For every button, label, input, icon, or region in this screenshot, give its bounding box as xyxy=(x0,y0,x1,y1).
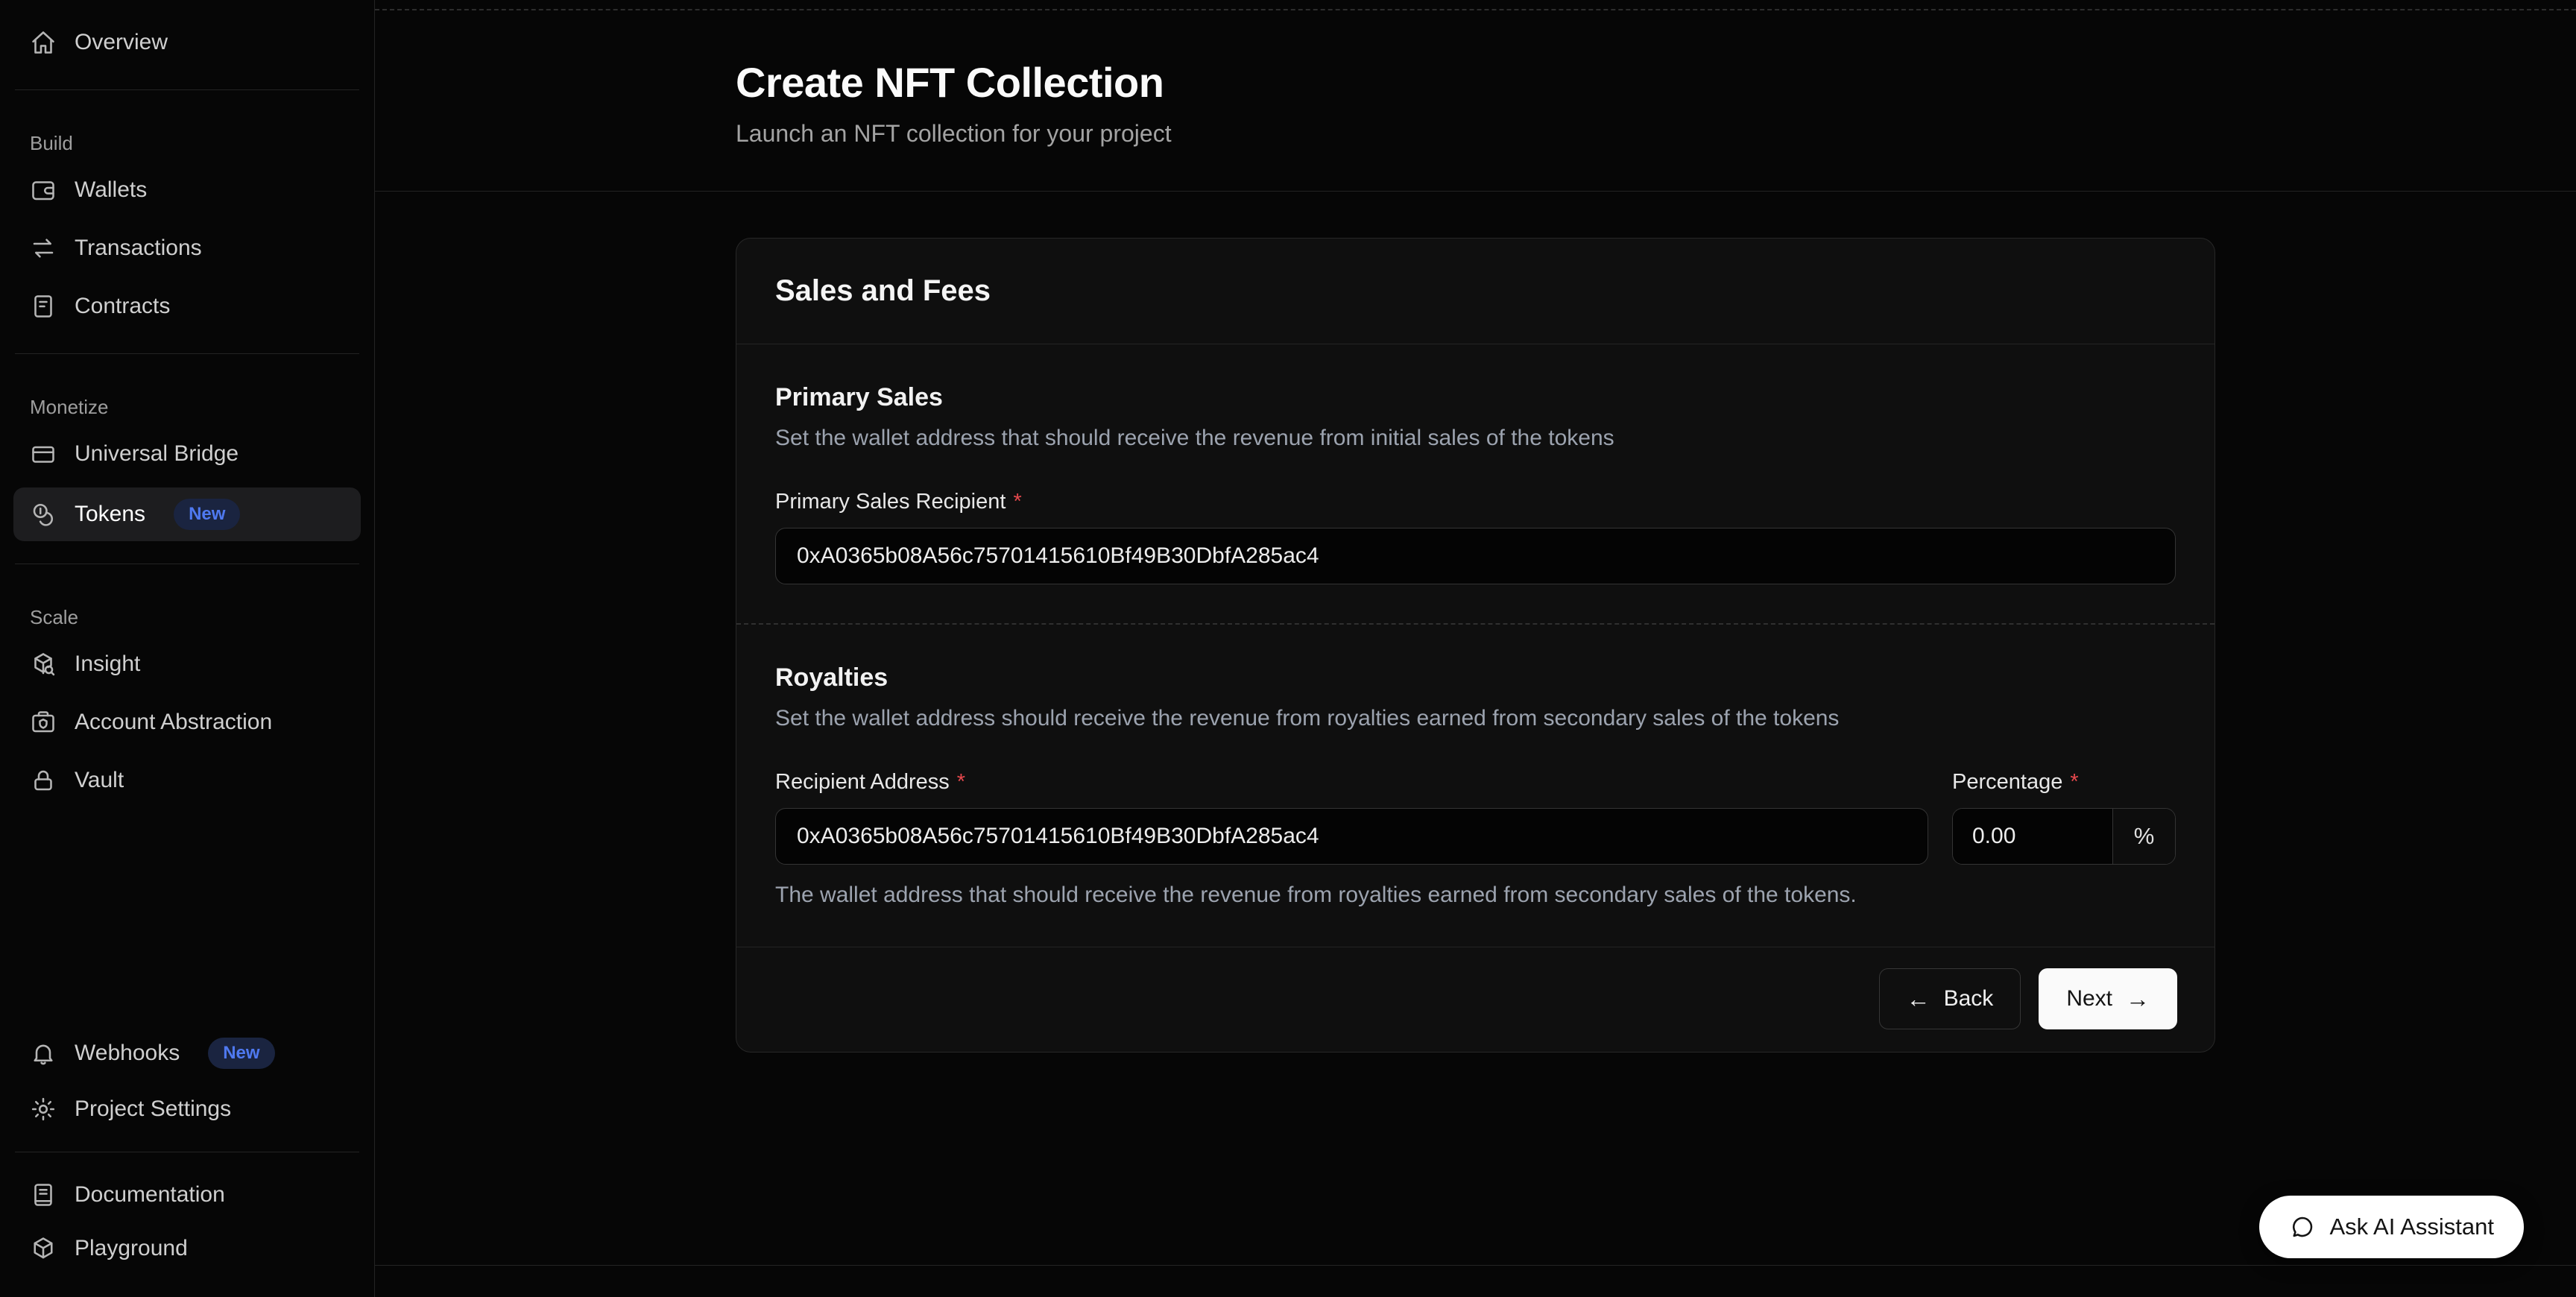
account-abstraction-icon xyxy=(30,709,57,736)
royalties-heading: Royalties xyxy=(775,663,2176,692)
sidebar-item-label: Wallets xyxy=(75,177,147,203)
sidebar-item-label: Webhooks xyxy=(75,1041,180,1066)
sidebar-divider xyxy=(15,353,359,354)
sidebar-item-label: Documentation xyxy=(75,1182,225,1208)
sidebar-item-label: Universal Bridge xyxy=(75,441,239,467)
sidebar-item-universal-bridge[interactable]: Universal Bridge xyxy=(13,429,361,479)
bottom-divider xyxy=(375,1265,2576,1266)
required-asterisk: * xyxy=(2070,770,2078,794)
sidebar-item-label: Insight xyxy=(75,651,140,677)
new-badge: New xyxy=(208,1038,274,1069)
sidebar-item-label: Transactions xyxy=(75,236,202,261)
book-icon xyxy=(30,1181,57,1208)
sidebar-item-label: Vault xyxy=(75,768,124,793)
card-footer: ← Back Next → xyxy=(736,947,2214,1052)
sidebar-item-label: Overview xyxy=(75,30,168,55)
sidebar-item-transactions[interactable]: Transactions xyxy=(13,224,361,273)
recipient-address-label: Recipient Address * xyxy=(775,770,1928,795)
sidebar-item-contracts[interactable]: Contracts xyxy=(13,282,361,331)
sidebar-item-overview[interactable]: Overview xyxy=(13,18,361,67)
required-asterisk: * xyxy=(957,770,965,794)
primary-sales-heading: Primary Sales xyxy=(775,383,2176,412)
contract-icon xyxy=(30,293,57,320)
sidebar-item-wallets[interactable]: Wallets xyxy=(13,165,361,215)
sidebar: Overview Build Wallets Transactions Cont… xyxy=(0,0,375,1297)
royalties-section: Royalties Set the wallet address should … xyxy=(736,625,2214,947)
ask-ai-assistant-button[interactable]: Ask AI Assistant xyxy=(2259,1196,2524,1258)
sidebar-item-documentation[interactable]: Documentation xyxy=(13,1170,361,1219)
bell-icon xyxy=(30,1040,57,1067)
sidebar-item-tokens[interactable]: Tokens New xyxy=(13,487,361,541)
percentage-input-group: % xyxy=(1952,808,2176,865)
gear-icon xyxy=(30,1096,57,1123)
sidebar-item-label: Account Abstraction xyxy=(75,710,272,735)
primary-sales-section: Primary Sales Set the wallet address tha… xyxy=(736,344,2214,623)
sidebar-item-label: Tokens xyxy=(75,502,145,527)
sidebar-item-insight[interactable]: Insight xyxy=(13,640,361,689)
page-subtitle: Launch an NFT collection for your projec… xyxy=(736,120,2215,148)
page-title: Create NFT Collection xyxy=(736,58,2215,107)
field-label-text: Percentage xyxy=(1952,770,2062,794)
tokens-icon xyxy=(30,501,57,528)
sidebar-item-playground[interactable]: Playground xyxy=(13,1224,361,1273)
primary-sales-recipient-label: Primary Sales Recipient * xyxy=(775,490,2176,514)
percentage-input[interactable] xyxy=(1953,809,2112,864)
main-content: Create NFT Collection Launch an NFT coll… xyxy=(375,0,2576,1297)
sidebar-section-monetize: Monetize xyxy=(30,396,344,419)
field-label-text: Recipient Address xyxy=(775,770,950,794)
back-button[interactable]: ← Back xyxy=(1879,968,2021,1029)
sidebar-section-scale: Scale xyxy=(30,606,344,629)
recipient-address-input[interactable] xyxy=(775,808,1928,865)
sidebar-item-label: Playground xyxy=(75,1236,188,1261)
arrow-left-icon: ← xyxy=(1907,987,1931,1011)
next-button-label: Next xyxy=(2066,986,2112,1012)
percent-symbol: % xyxy=(2112,809,2175,864)
primary-sales-description: Set the wallet address that should recei… xyxy=(775,426,2176,451)
new-badge: New xyxy=(174,499,240,530)
ask-ai-assistant-label: Ask AI Assistant xyxy=(2329,1214,2494,1240)
sidebar-bottom: Webhooks New Project Settings Documentat… xyxy=(0,1022,374,1278)
insight-icon xyxy=(30,651,57,678)
transactions-icon xyxy=(30,235,57,262)
top-dashed-divider xyxy=(375,9,2576,10)
percentage-label: Percentage * xyxy=(1952,770,2176,795)
required-asterisk: * xyxy=(1013,490,1021,514)
sidebar-section-build: Build xyxy=(30,132,344,155)
cube-icon xyxy=(30,1235,57,1262)
sidebar-item-label: Contracts xyxy=(75,294,170,319)
primary-sales-recipient-input[interactable] xyxy=(775,528,2176,584)
arrow-right-icon: → xyxy=(2126,987,2150,1011)
back-button-label: Back xyxy=(1944,986,1994,1012)
royalties-description: Set the wallet address should receive th… xyxy=(775,706,2176,731)
chat-icon xyxy=(2289,1214,2316,1240)
sidebar-item-label: Project Settings xyxy=(75,1096,231,1122)
wallet-icon xyxy=(30,177,57,203)
next-button[interactable]: Next → xyxy=(2039,968,2177,1029)
card-header: Sales and Fees xyxy=(736,239,2214,344)
sidebar-item-vault[interactable]: Vault xyxy=(13,756,361,805)
home-icon xyxy=(30,29,57,56)
sidebar-item-webhooks[interactable]: Webhooks New xyxy=(13,1026,361,1080)
card-title: Sales and Fees xyxy=(775,274,2176,308)
bridge-icon xyxy=(30,441,57,467)
royalties-helper-text: The wallet address that should receive t… xyxy=(775,883,2176,908)
sidebar-item-account-abstraction[interactable]: Account Abstraction xyxy=(13,698,361,747)
sidebar-item-project-settings[interactable]: Project Settings xyxy=(13,1085,361,1134)
sales-and-fees-card: Sales and Fees Primary Sales Set the wal… xyxy=(736,238,2215,1053)
page-header: Create NFT Collection Launch an NFT coll… xyxy=(375,0,2576,192)
field-label-text: Primary Sales Recipient xyxy=(775,490,1006,514)
vault-icon xyxy=(30,767,57,794)
sidebar-divider xyxy=(15,89,359,90)
